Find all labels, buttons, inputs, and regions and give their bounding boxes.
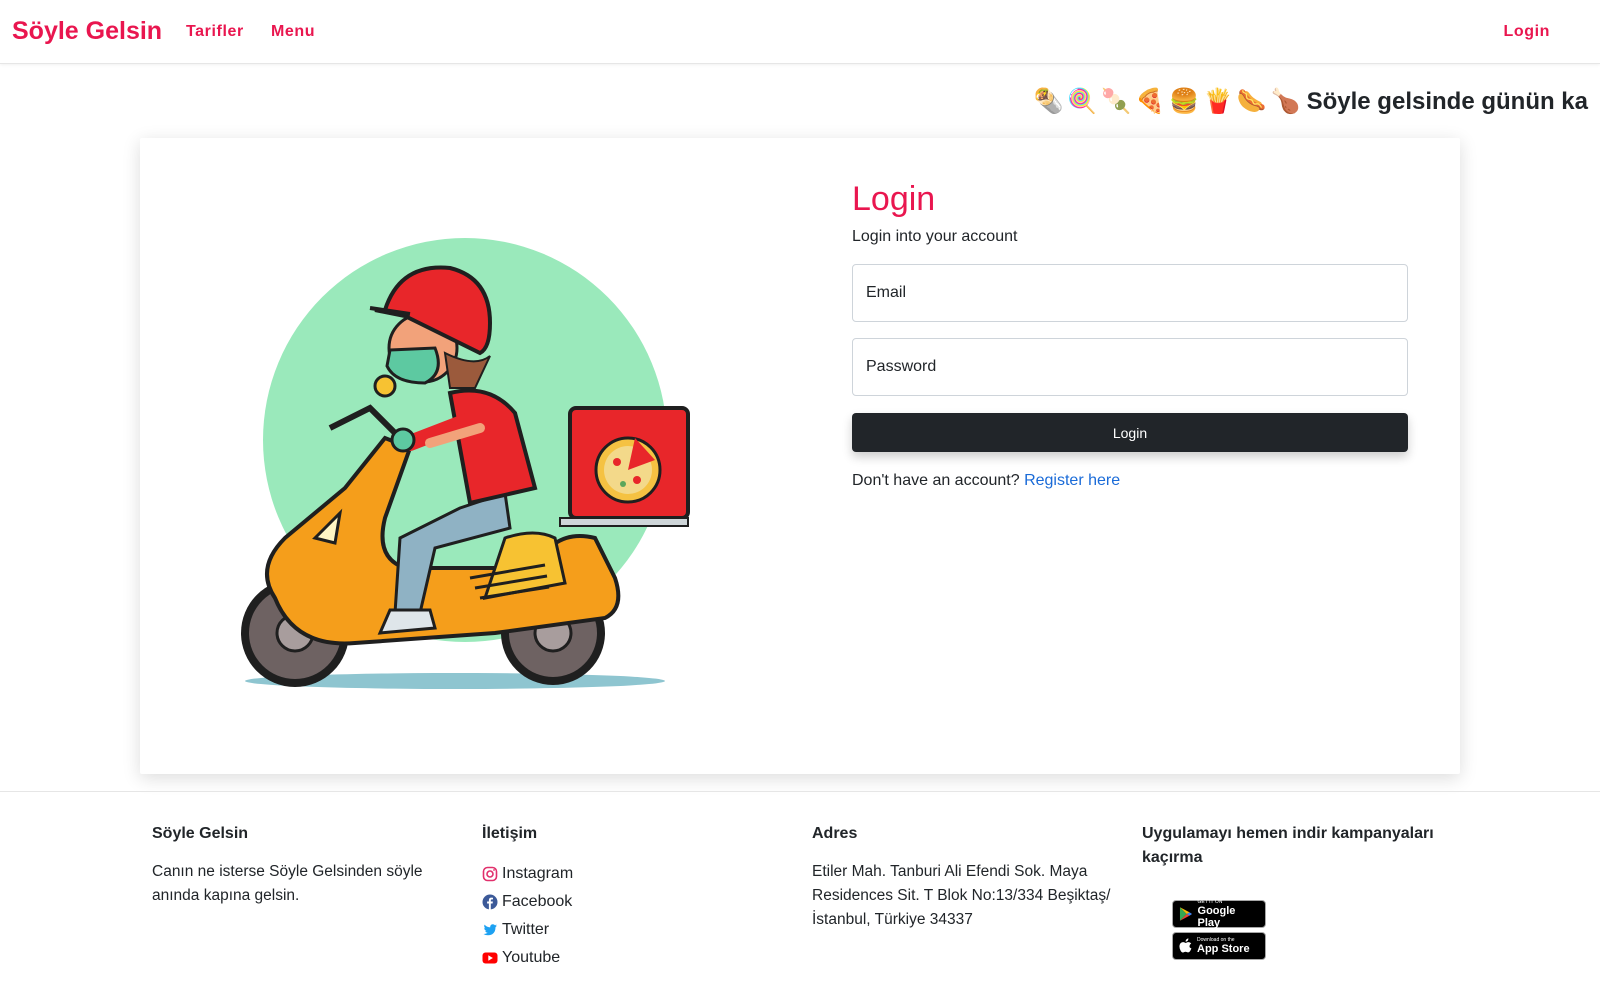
google-play-text: GET IT ON Google Play <box>1198 899 1259 929</box>
social-label-instagram: Instagram <box>502 865 574 882</box>
login-title: Login <box>852 180 936 218</box>
footer-contact: İletişim Instagram Facebook Twitter Yout… <box>482 822 782 972</box>
app-store-badge[interactable]: Download on the App Store <box>1172 932 1266 960</box>
footer-about: Söyle Gelsin Canın ne isterse Söyle Gels… <box>152 822 452 908</box>
social-link-youtube[interactable]: Youtube <box>482 944 782 972</box>
footer-app-title: Uygulamayı hemen indir kampanyaları kaçı… <box>1142 825 1434 866</box>
email-field[interactable] <box>852 264 1408 322</box>
app-store-big: App Store <box>1197 943 1250 955</box>
delivery-scooter-illustration <box>241 238 690 689</box>
food-icons: 🌯 🍭 🍡 🍕 🍔 🍟 🌭 🍗 <box>1033 90 1300 114</box>
fries-icon: 🍟 <box>1202 88 1233 115</box>
social-label-facebook: Facebook <box>502 893 573 910</box>
social-label-youtube: Youtube <box>502 949 561 966</box>
lollipop-icon: 🍭 <box>1067 88 1098 115</box>
footer: Söyle Gelsin Canın ne isterse Söyle Gels… <box>0 791 1600 991</box>
login-button[interactable]: Login <box>852 413 1408 452</box>
register-prompt-text: Don't have an account? <box>852 472 1020 489</box>
google-play-badge[interactable]: GET IT ON Google Play <box>1172 899 1266 929</box>
google-play-big: Google Play <box>1197 905 1236 929</box>
instagram-icon <box>482 866 498 882</box>
burger-icon: 🍔 <box>1169 88 1199 115</box>
burrito-icon: 🌯 <box>1033 88 1064 115</box>
hotdog-icon: 🌭 <box>1236 88 1267 115</box>
google-play-icon <box>1179 907 1193 921</box>
nav-link-tarifler[interactable]: Tarifler <box>186 23 244 41</box>
nav-link-menu[interactable]: Menu <box>271 23 315 41</box>
brand-logo[interactable]: Söyle Gelsin <box>12 17 162 46</box>
footer-contact-title: İletişim <box>482 825 538 842</box>
apple-icon <box>1179 938 1192 953</box>
social-link-instagram[interactable]: Instagram <box>482 860 782 888</box>
register-link[interactable]: Register here <box>1024 472 1120 489</box>
app-store-text: Download on the App Store <box>1197 937 1250 955</box>
footer-address: Adres Etiler Mah. Tanburi Ali Efendi Sok… <box>812 822 1112 932</box>
announcement-marquee: 🌯 🍭 🍡 🍕 🍔 🍟 🌭 🍗 Söyle gelsinde günün ka <box>1033 84 1588 120</box>
footer-address-text: Etiler Mah. Tanburi Ali Efendi Sok. Maya… <box>812 863 1111 928</box>
login-card: Login Login into your account Login Don'… <box>140 138 1460 774</box>
twitter-icon <box>483 924 497 936</box>
social-links: Instagram Facebook Twitter Youtube <box>482 860 782 972</box>
footer-address-title: Adres <box>812 825 858 842</box>
footer-about-title: Söyle Gelsin <box>152 825 249 842</box>
pizza-icon: 🍕 <box>1135 88 1166 115</box>
social-link-twitter[interactable]: Twitter <box>482 916 782 944</box>
footer-about-text: Canın ne isterse Söyle Gelsinden söyle a… <box>152 863 423 904</box>
skewer-icon: 🍡 <box>1101 88 1132 115</box>
app-badges: GET IT ON Google Play Download on the Ap… <box>1172 899 1442 960</box>
social-link-facebook[interactable]: Facebook <box>482 888 782 916</box>
social-label-twitter: Twitter <box>502 921 550 938</box>
login-subtitle: Login into your account <box>852 228 1018 245</box>
nav-login-link[interactable]: Login <box>1503 23 1550 41</box>
drumstick-icon: 🍗 <box>1270 88 1301 115</box>
footer-app: Uygulamayı hemen indir kampanyaları kaçı… <box>1142 822 1442 964</box>
navbar: Söyle Gelsin Tarifler Menu Login <box>0 0 1600 64</box>
facebook-icon <box>482 894 498 910</box>
marquee-text: Söyle gelsinde günün ka <box>1306 88 1588 115</box>
youtube-icon <box>482 952 498 964</box>
register-prompt: Don't have an account? Register here <box>852 472 1120 490</box>
password-field[interactable] <box>852 338 1408 396</box>
